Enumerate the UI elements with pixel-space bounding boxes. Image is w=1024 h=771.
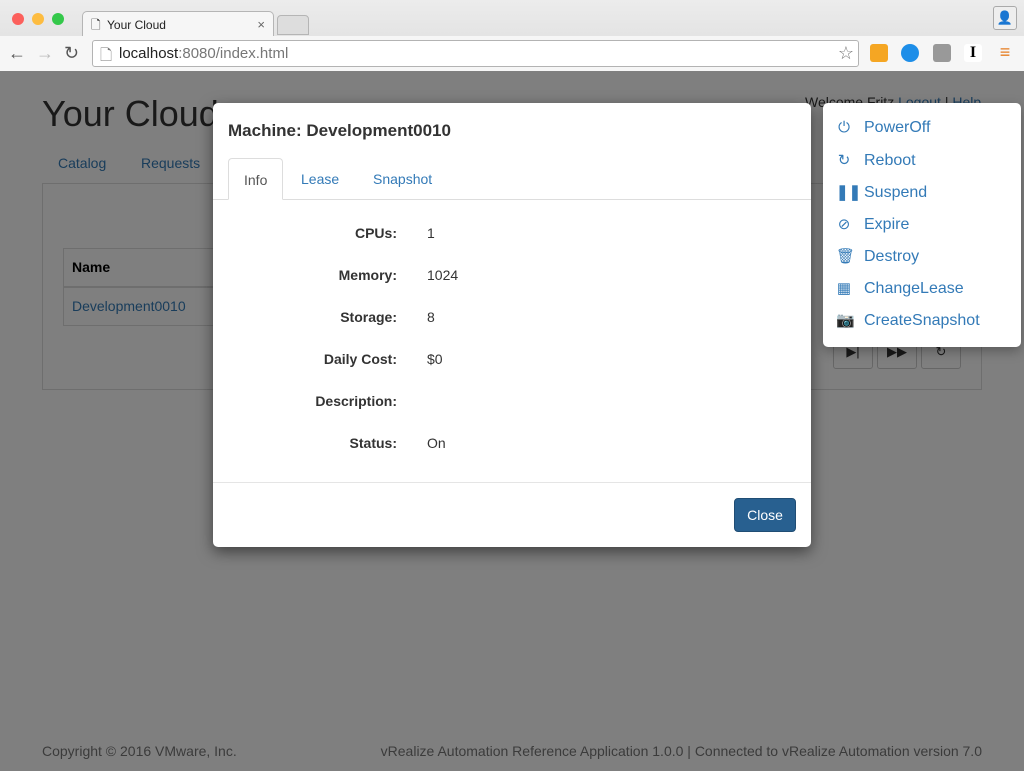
menu-item-reboot[interactable]: ↻ Reboot — [836, 151, 916, 175]
extension-icon[interactable] — [901, 44, 919, 62]
menu-item-label: Suspend — [864, 184, 928, 201]
menu-item-label: CreateSnapshot — [864, 312, 980, 329]
close-button[interactable]: Close — [734, 498, 796, 532]
menu-item-destroy[interactable]: 🗑 Destroy — [836, 247, 919, 271]
maximize-window-button[interactable] — [52, 13, 64, 25]
menu-item-label: Destroy — [864, 248, 920, 265]
star-icon[interactable]: ☆ — [838, 43, 854, 64]
tab-info[interactable]: Info — [228, 158, 284, 200]
tab-snapshot[interactable]: Snapshot — [358, 158, 447, 200]
page-icon: 🗋 — [100, 47, 113, 64]
actions-menu: ⏻ PowerOff ↻ Reboot ❚❚ Suspend ⊘ Expire 🗑 Des… — [823, 103, 1021, 347]
menu-item-expire[interactable]: ⊘ Expire — [836, 215, 910, 239]
modal-tabs: Info Lease Snapshot — [213, 158, 811, 200]
profile-icon[interactable]: 👤 — [993, 6, 1017, 30]
tab-lease[interactable]: Lease — [286, 158, 354, 200]
browser-tab[interactable]: 🗋 Your Cloud × — [82, 11, 274, 36]
menu-item-createsnapshot[interactable]: 📷 CreateSnapshot — [836, 311, 980, 335]
menu-item-poweroff[interactable]: ⏻ PowerOff — [836, 119, 930, 143]
menu-item-label: Expire — [864, 216, 910, 233]
field-label: Description: — [315, 393, 397, 409]
field-label: Memory: — [338, 267, 397, 283]
field-value: 1 — [427, 225, 435, 241]
browser-chrome: 🗋 Your Cloud × 👤 ← → ↻ 🗋 localhost:8080/ind… — [0, 0, 1024, 71]
url-path: :8080/index.html — [178, 45, 289, 62]
close-window-button[interactable] — [12, 13, 24, 25]
refresh-icon: ↻ — [837, 152, 851, 169]
menu-item-label: Reboot — [864, 152, 916, 169]
field-label: Status: — [349, 435, 397, 451]
extension-icon[interactable] — [870, 44, 888, 62]
menu-icon[interactable]: ≡ — [996, 43, 1014, 62]
address-bar[interactable]: 🗋 localhost:8080/index.html ☆ — [92, 40, 859, 67]
modal-footer-divider — [213, 482, 811, 483]
field-label: Daily Cost: — [323, 351, 397, 367]
url-host: localhost — [119, 45, 179, 62]
pause-icon: ❚❚ — [836, 184, 862, 201]
back-icon[interactable]: ← — [8, 43, 26, 64]
tab-title: Your Cloud — [107, 18, 166, 32]
extension-icon[interactable] — [933, 44, 951, 62]
toolbar: ← → ↻ 🗋 localhost:8080/index.html ☆ I ≡ — [0, 36, 1024, 71]
field-label: CPUs: — [354, 225, 397, 241]
field-value: $0 — [427, 351, 443, 367]
camera-icon: 📷 — [836, 312, 855, 329]
modal-title: Machine: Development0010 — [228, 121, 451, 140]
menu-item-label: PowerOff — [864, 119, 931, 136]
menu-item-suspend[interactable]: ❚❚ Suspend — [836, 183, 927, 207]
calendar-icon: ▦ — [836, 280, 852, 297]
reload-icon[interactable]: ↻ — [64, 43, 79, 64]
machine-modal: Machine: Development0010 Info Lease Snap… — [213, 103, 811, 547]
menu-item-changelease[interactable]: ▦ ChangeLease — [836, 279, 964, 303]
field-label: Storage: — [340, 309, 397, 325]
menu-item-label: ChangeLease — [864, 280, 964, 297]
field-value: On — [427, 435, 446, 451]
field-value: 1024 — [427, 267, 459, 283]
power-icon: ⏻ — [838, 119, 850, 136]
forward-icon[interactable]: → — [36, 43, 54, 64]
close-tab-icon[interactable]: × — [257, 17, 265, 32]
extension-icon[interactable]: I — [964, 44, 982, 62]
new-tab-button[interactable] — [277, 15, 309, 35]
minimize-window-button[interactable] — [32, 13, 44, 25]
ban-icon: ⊘ — [837, 216, 851, 233]
field-value: 8 — [427, 309, 435, 325]
page-icon: 🗋 — [91, 18, 101, 32]
trash-icon: 🗑 — [836, 248, 856, 265]
